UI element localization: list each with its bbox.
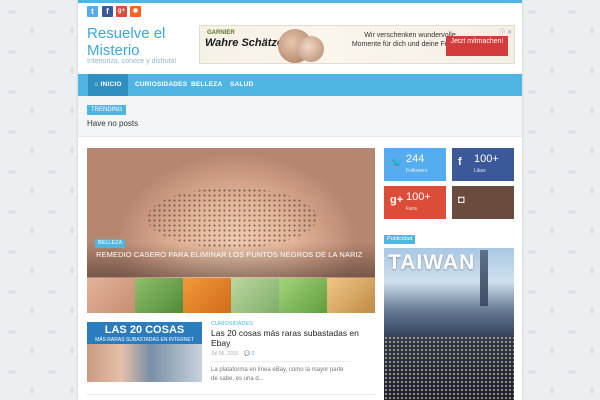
divider	[211, 361, 351, 362]
nav-item-inicio[interactable]: ⌂ INICIO	[88, 74, 128, 96]
counter-label: Likes	[474, 168, 486, 174]
ad-brand: GARNIER	[207, 30, 235, 36]
ad-headline: Wahre Schätze	[205, 37, 284, 49]
sidebar-ad[interactable]: TAIWAN	[384, 248, 514, 400]
sidebar-ad-label: Publicidad	[384, 235, 416, 244]
featured-post[interactable]: BELLEZA REMEDIO CASERO PARA ELIMINAR LOS…	[87, 148, 375, 313]
thumbnail[interactable]	[87, 278, 135, 313]
facebook-counter[interactable]: f 100+ Likes	[452, 148, 514, 181]
ad-close-icon[interactable]: ⓘ ✕	[499, 27, 512, 36]
twitter-counter[interactable]: 🐦 244 Followers	[384, 148, 446, 181]
top-bar: t f g+ ◉	[78, 0, 522, 18]
banner-ad[interactable]: GARNIER Wahre Schätze Wir verschenken wu…	[199, 25, 515, 64]
nav-item-label: INICIO	[100, 81, 122, 88]
post-thumbnail[interactable]: LAS 20 COSAS MÁS RARAS SUBASTADAS EN INT…	[87, 322, 202, 382]
sidebar-ad-text: TAIWAN	[388, 251, 476, 274]
post-date: Jul 06, 2015	[211, 351, 239, 357]
post-category[interactable]: CURIOSIDADES	[211, 321, 253, 327]
thumbnail[interactable]	[135, 278, 183, 313]
counter-label: Followers	[406, 168, 428, 174]
ad-cta-button[interactable]: Jetzt mitmachen!	[446, 36, 508, 56]
post-thumbnail-title: LAS 20 COSAS	[104, 324, 185, 336]
instagram-icon: ◘	[458, 194, 465, 206]
ad-photo-person-2	[298, 36, 324, 62]
post-title[interactable]: Las 20 cosas más raras subastadas en Eba…	[211, 328, 361, 348]
featured-image-texture	[147, 188, 317, 248]
post-excerpt: La plataforma en línea eBay, como la may…	[211, 367, 344, 382]
counter-label: Fans	[406, 206, 418, 212]
instagram-counter[interactable]: ◘	[452, 186, 514, 219]
ad-city-lights	[384, 336, 514, 400]
main-nav: ⌂ INICIO CURIOSIDADES BELLEZA SALUD	[78, 74, 522, 96]
post-thumbnail-photo	[87, 344, 202, 382]
counter-value: 100+	[406, 191, 431, 203]
featured-thumbnails	[87, 278, 375, 313]
divider	[87, 394, 375, 395]
trending-label: TRENDING	[87, 105, 127, 115]
counter-value: 100+	[474, 153, 499, 165]
site-title[interactable]: Resuelve el Misterio	[87, 25, 187, 59]
googleplus-icon: g+	[390, 194, 404, 206]
thumbnail[interactable]	[279, 278, 327, 313]
twitter-icon[interactable]: t	[87, 6, 98, 17]
post-thumbnail-subtitle: MÁS RARAS SUBASTADAS EN INTERNET	[95, 337, 194, 343]
rss-icon[interactable]: ◉	[130, 6, 141, 17]
googleplus-icon[interactable]: g+	[116, 6, 127, 17]
googleplus-counter[interactable]: g+ 100+ Fans	[384, 186, 446, 219]
thumbnail[interactable]	[231, 278, 279, 313]
page-container: t f g+ ◉ Resuelve el Misterio Interioriz…	[78, 0, 522, 400]
site-tagline: Interioriza, conoce y disfruta!	[87, 58, 177, 65]
facebook-icon[interactable]: f	[102, 6, 113, 17]
post-comments[interactable]: 💬 0	[244, 351, 254, 357]
thumbnail[interactable]	[327, 278, 375, 313]
home-icon: ⌂	[94, 81, 99, 88]
twitter-icon: 🐦	[390, 157, 404, 169]
nav-item-curiosidades[interactable]: CURIOSIDADES	[135, 74, 187, 96]
nav-item-salud[interactable]: SALUD	[230, 74, 253, 96]
counter-value: 244	[406, 153, 425, 165]
trending-text: Have no posts	[87, 119, 139, 128]
trending-bar: TRENDING Have no posts	[78, 96, 522, 137]
featured-category-badge[interactable]: BELLEZA	[95, 239, 126, 248]
featured-title[interactable]: REMEDIO CASERO PARA ELIMINAR LOS PUNTOS …	[96, 250, 362, 259]
featured-title-overlay	[87, 242, 375, 277]
nav-item-belleza[interactable]: BELLEZA	[191, 74, 222, 96]
ad-tower-image	[480, 250, 488, 306]
facebook-icon: f	[458, 156, 462, 168]
thumbnail[interactable]	[183, 278, 231, 313]
